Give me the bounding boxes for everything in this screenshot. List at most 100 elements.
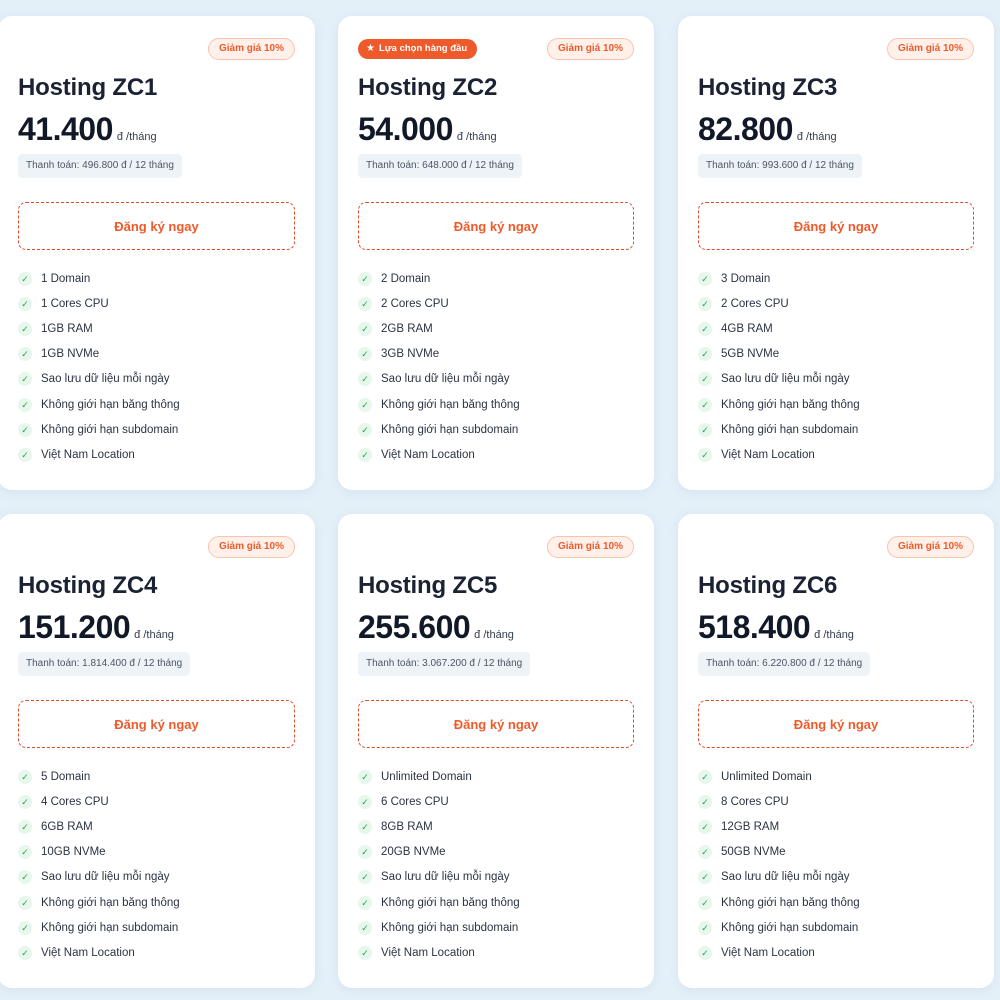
signup-button[interactable]: Đăng ký ngay	[698, 700, 974, 748]
feature-item: ✓ Việt Nam Location	[358, 442, 634, 467]
feature-item: ✓ Việt Nam Location	[18, 940, 295, 965]
feature-label: Không giới hạn băng thông	[41, 896, 180, 909]
feature-list: ✓ 3 Domain ✓ 2 Cores CPU ✓ 4GB RAM ✓ 5GB NVM…	[698, 266, 974, 468]
feature-label: Việt Nam Location	[41, 448, 135, 461]
check-icon: ✓	[358, 447, 372, 462]
feature-label: Sao lưu dữ liệu mỗi ngày	[381, 871, 510, 884]
feature-item: ✓ Sao lưu dữ liệu mỗi ngày	[358, 367, 634, 392]
feature-item: ✓ Không giới hạn subdomain	[358, 417, 634, 442]
check-icon: ✓	[18, 397, 32, 412]
check-icon: ✓	[18, 347, 32, 362]
feature-item: ✓ 6 Cores CPU	[358, 789, 634, 814]
feature-item: ✓ 8 Cores CPU	[698, 789, 974, 814]
pricing-card-zc4: Giảm giá 10% Hosting ZC4 151.200 đ /tháng…	[0, 514, 315, 988]
feature-label: Sao lưu dữ liệu mỗi ngày	[381, 373, 510, 386]
check-icon: ✓	[358, 422, 372, 437]
price-row: 151.200 đ /tháng	[18, 609, 174, 646]
feature-item: ✓ Không giới hạn subdomain	[698, 915, 974, 940]
feature-label: 8 Cores CPU	[721, 795, 789, 808]
check-icon: ✓	[358, 347, 372, 362]
plan-name: Hosting ZC6	[698, 572, 838, 599]
check-icon: ✓	[698, 321, 712, 336]
check-icon: ✓	[698, 794, 712, 809]
check-icon: ✓	[358, 920, 372, 935]
feature-item: ✓ Không giới hạn băng thông	[698, 890, 974, 915]
feature-item: ✓ Không giới hạn băng thông	[18, 890, 295, 915]
check-icon: ✓	[358, 870, 372, 885]
feature-label: 8GB RAM	[381, 820, 433, 833]
signup-button[interactable]: Đăng ký ngay	[358, 700, 634, 748]
check-icon: ✓	[358, 296, 372, 311]
feature-item: ✓ 2 Cores CPU	[358, 291, 634, 316]
feature-label: Không giới hạn băng thông	[721, 398, 860, 411]
feature-label: Việt Nam Location	[41, 946, 135, 959]
feature-item: ✓ Unlimited Domain	[358, 764, 634, 789]
feature-list: ✓ 2 Domain ✓ 2 Cores CPU ✓ 2GB RAM ✓ 3GB NVM…	[358, 266, 634, 468]
check-icon: ✓	[18, 845, 32, 860]
top-choice-badge: ★ Lựa chọn hàng đầu	[358, 39, 478, 59]
feature-label: Không giới hạn subdomain	[41, 423, 179, 436]
feature-item: ✓ 2 Domain	[358, 266, 634, 291]
price-row: 518.400 đ /tháng	[698, 609, 854, 646]
feature-item: ✓ Sao lưu dữ liệu mỗi ngày	[698, 865, 974, 890]
check-icon: ✓	[18, 920, 32, 935]
feature-item: ✓ Không giới hạn băng thông	[698, 392, 974, 417]
feature-item: ✓ 6GB RAM	[18, 814, 295, 839]
billing-note: Thanh toán: 993.600 đ / 12 tháng	[698, 154, 862, 178]
feature-label: Không giới hạn băng thông	[381, 398, 520, 411]
feature-item: ✓ Không giới hạn băng thông	[358, 392, 634, 417]
plan-name: Hosting ZC5	[358, 572, 498, 599]
price-amount: 41.400	[18, 111, 113, 147]
check-icon: ✓	[698, 271, 712, 286]
feature-label: 20GB NVMe	[381, 846, 446, 859]
feature-list: ✓ Unlimited Domain ✓ 6 Cores CPU ✓ 8GB RAM …	[358, 764, 634, 966]
feature-label: 1GB RAM	[41, 322, 93, 335]
feature-item: ✓ Việt Nam Location	[358, 940, 634, 965]
check-icon: ✓	[698, 819, 712, 834]
price-unit: đ /tháng	[814, 629, 854, 641]
feature-item: ✓ Việt Nam Location	[698, 940, 974, 965]
feature-item: ✓ Sao lưu dữ liệu mỗi ngày	[358, 865, 634, 890]
feature-item: ✓ 8GB RAM	[358, 814, 634, 839]
feature-item: ✓ 1 Cores CPU	[18, 291, 295, 316]
feature-label: Không giới hạn subdomain	[721, 921, 859, 934]
check-icon: ✓	[18, 271, 32, 286]
feature-item: ✓ 4 Cores CPU	[18, 789, 295, 814]
feature-label: Sao lưu dữ liệu mỗi ngày	[721, 871, 850, 884]
signup-button[interactable]: Đăng ký ngay	[18, 202, 295, 250]
feature-label: Unlimited Domain	[381, 770, 472, 783]
feature-label: Không giới hạn subdomain	[721, 423, 859, 436]
star-icon: ★	[366, 43, 375, 54]
feature-item: ✓ 1 Domain	[18, 266, 295, 291]
check-icon: ✓	[358, 271, 372, 286]
check-icon: ✓	[358, 895, 372, 910]
feature-label: 1 Cores CPU	[41, 297, 109, 310]
feature-label: Không giới hạn subdomain	[381, 423, 519, 436]
feature-label: 2 Cores CPU	[381, 297, 449, 310]
signup-button[interactable]: Đăng ký ngay	[18, 700, 295, 748]
check-icon: ✓	[698, 769, 712, 784]
check-icon: ✓	[698, 372, 712, 387]
price-row: 41.400 đ /tháng	[18, 111, 157, 148]
feature-label: 2GB RAM	[381, 322, 433, 335]
feature-label: 2 Cores CPU	[721, 297, 789, 310]
pricing-card-zc5: Giảm giá 10% Hosting ZC5 255.600 đ /tháng…	[338, 514, 654, 988]
pricing-card-zc1: Giảm giá 10% Hosting ZC1 41.400 đ /tháng …	[0, 16, 315, 490]
signup-button[interactable]: Đăng ký ngay	[698, 202, 974, 250]
feature-item: ✓ Không giới hạn băng thông	[358, 890, 634, 915]
feature-label: Không giới hạn băng thông	[41, 398, 180, 411]
feature-item: ✓ Không giới hạn băng thông	[18, 392, 295, 417]
feature-label: 6 Cores CPU	[381, 795, 449, 808]
feature-item: ✓ 5 Domain	[18, 764, 295, 789]
signup-button[interactable]: Đăng ký ngay	[358, 202, 634, 250]
check-icon: ✓	[358, 794, 372, 809]
price-amount: 54.000	[358, 111, 453, 147]
feature-item: ✓ 20GB NVMe	[358, 840, 634, 865]
pricing-card-zc3: Giảm giá 10% Hosting ZC3 82.800 đ /tháng …	[678, 16, 994, 490]
feature-label: 50GB NVMe	[721, 846, 786, 859]
feature-label: Việt Nam Location	[381, 946, 475, 959]
check-icon: ✓	[18, 945, 32, 960]
feature-list: ✓ 5 Domain ✓ 4 Cores CPU ✓ 6GB RAM ✓ 10GB NV…	[18, 764, 295, 966]
price-row: 255.600 đ /tháng	[358, 609, 514, 646]
check-icon: ✓	[18, 372, 32, 387]
